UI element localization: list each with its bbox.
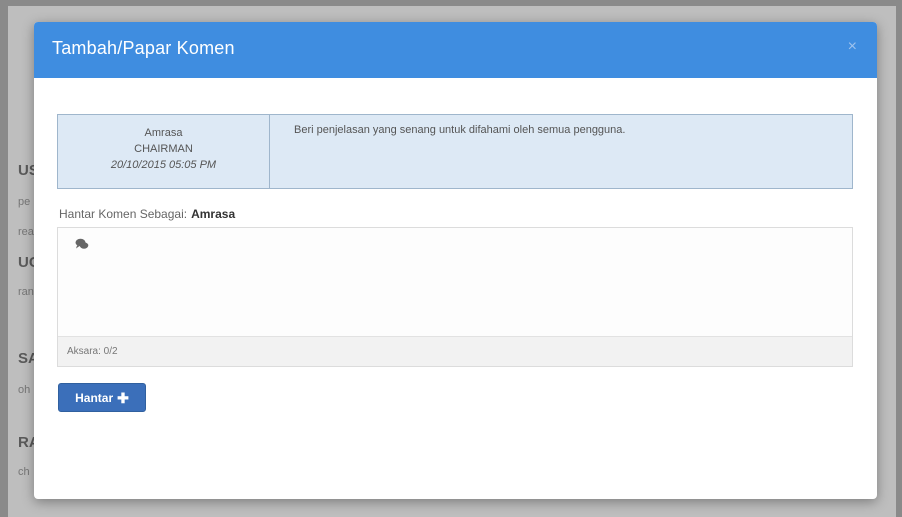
sender-line: Hantar Komen Sebagai: Amrasa [59,207,235,221]
comment-modal: Tambah/Papar Komen × Amrasa CHAIRMAN 20/… [34,22,877,499]
modal-header: Tambah/Papar Komen × [34,22,877,78]
comment-author-cell: Amrasa CHAIRMAN 20/10/2015 05:05 PM [58,115,270,188]
comment-date: 20/10/2015 05:05 PM [110,159,217,171]
sender-label: Hantar Komen Sebagai: [59,207,188,221]
comment-input-box: Aksara: 0/2 [57,227,853,367]
plus-icon: ✚ [117,389,129,406]
character-counter: Aksara: 0/2 [58,336,852,366]
sender-name: Amrasa [191,207,236,221]
comment-role: CHAIRMAN [134,143,193,155]
submit-button-label: Hantar [75,390,114,405]
comment-text: Beri penjelasan yang senang untuk difaha… [294,124,626,136]
close-icon[interactable]: × [848,38,857,56]
modal-title: Tambah/Papar Komen [52,38,235,58]
comment-author: Amrasa [144,127,183,139]
comment-textarea[interactable] [58,228,852,335]
comment-table: Amrasa CHAIRMAN 20/10/2015 05:05 PM Beri… [57,114,853,189]
submit-button[interactable]: Hantar ✚ [58,383,146,412]
